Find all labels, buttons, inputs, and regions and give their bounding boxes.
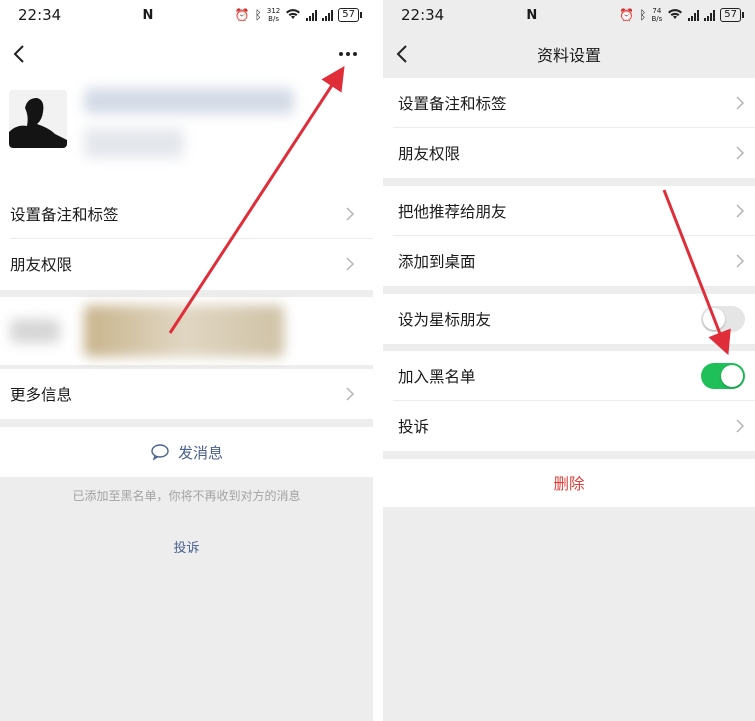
status-time: 22:34	[18, 6, 62, 24]
network-speed: 74 B/s	[651, 7, 662, 23]
network-speed-value: 74	[652, 7, 662, 15]
contact-profile-screen: 22:34 N ⏰ ᛒ 312 B/s 57 设置备注和标签 朋友权限 更多信息…	[0, 0, 373, 721]
status-time: 22:34	[401, 6, 445, 24]
profile-settings-screen: 22:34 N ⏰ ᛒ 74 B/s 57 资料设置 设置备注和标签 朋友权限 …	[383, 0, 755, 721]
blurred-subtitle	[84, 128, 184, 158]
signal-bars-icon	[688, 9, 700, 21]
signal-bars-icon	[306, 9, 318, 21]
send-message-button[interactable]: 发消息	[0, 427, 373, 477]
alarm-icon: ⏰	[234, 8, 250, 22]
blacklist-notice: 已添加至黑名单，你将不再收到对方的消息	[72, 489, 301, 503]
menu-item-label: 把他推荐给朋友	[398, 203, 507, 221]
chevron-right-icon	[736, 419, 745, 433]
menu-item-more-info[interactable]: 更多信息	[0, 369, 373, 419]
chevron-right-icon	[346, 257, 355, 271]
menu-item-friend-permissions[interactable]: 朋友权限	[383, 128, 755, 178]
comparison-stage: 22:34 N ⏰ ᛒ 312 B/s 57 设置备注和标签 朋友权限 更多信息…	[0, 0, 755, 721]
more-options-icon[interactable]	[337, 44, 359, 64]
chevron-right-icon	[736, 96, 745, 110]
menu-item-recommend-to-friend[interactable]: 把他推荐给朋友	[383, 186, 755, 236]
menu-item-label: 设置备注和标签	[10, 206, 119, 224]
chevron-right-icon	[736, 254, 745, 268]
send-message-label: 发消息	[177, 443, 223, 462]
avatar[interactable]	[9, 90, 67, 148]
toggle-knob	[703, 308, 725, 330]
bluetooth-icon: ᛒ	[254, 8, 262, 22]
moments-strip[interactable]	[0, 297, 373, 365]
nfc-icon: N	[142, 7, 154, 23]
blurred-nickname	[84, 88, 294, 114]
page-title: 资料设置	[536, 46, 601, 65]
chat-bubble-icon	[151, 444, 169, 461]
menu-item-blacklist: 加入黑名单	[383, 351, 755, 401]
chevron-right-icon	[346, 207, 355, 221]
signal-bars-icon-2	[322, 9, 334, 21]
status-bar: 22:34 N ⏰ ᛒ 312 B/s 57	[0, 0, 373, 30]
network-speed-unit: B/s	[651, 15, 663, 23]
navigation-bar	[0, 30, 373, 78]
chevron-right-icon	[346, 387, 355, 401]
menu-item-complain[interactable]: 投诉	[383, 401, 755, 451]
network-speed: 312 B/s	[267, 7, 280, 23]
network-speed-unit: B/s	[268, 15, 279, 23]
complain-link[interactable]: 投诉	[0, 537, 373, 556]
bluetooth-icon: ᛒ	[639, 8, 647, 22]
menu-item-label: 更多信息	[10, 386, 73, 404]
battery-indicator: 57	[720, 8, 744, 22]
blurred-moments-photos	[84, 305, 284, 357]
star-friend-toggle[interactable]	[701, 306, 745, 332]
chevron-right-icon	[736, 204, 745, 218]
wifi-icon	[285, 8, 301, 23]
alarm-icon: ⏰	[619, 8, 635, 22]
delete-friend-button[interactable]: 删除	[383, 459, 755, 507]
menu-item-label: 朋友权限	[398, 145, 461, 163]
menu-item-label: 设置备注和标签	[398, 95, 507, 113]
battery-indicator: 57	[338, 8, 362, 22]
status-bar: 22:34 N ⏰ ᛒ 74 B/s 57	[383, 0, 755, 30]
toggle-knob	[721, 365, 743, 387]
menu-item-label: 投诉	[398, 418, 430, 436]
navigation-bar: 资料设置	[383, 30, 755, 78]
back-chevron-icon[interactable]	[8, 42, 32, 66]
wifi-icon	[667, 8, 683, 23]
blurred-moments-label	[10, 319, 60, 343]
nfc-icon: N	[526, 7, 538, 23]
menu-item-friend-permissions[interactable]: 朋友权限	[0, 239, 373, 289]
menu-item-remark-tags[interactable]: 设置备注和标签	[0, 189, 373, 239]
menu-item-remark-tags[interactable]: 设置备注和标签	[383, 78, 755, 128]
menu-item-add-to-desktop[interactable]: 添加到桌面	[383, 236, 755, 286]
menu-item-label: 添加到桌面	[398, 253, 476, 271]
menu-item-star-friend: 设为星标朋友	[383, 294, 755, 344]
blacklist-toggle[interactable]	[701, 363, 745, 389]
menu-item-label: 朋友权限	[10, 256, 73, 274]
signal-bars-icon-2	[704, 9, 716, 21]
network-speed-value: 312	[266, 7, 281, 15]
chevron-right-icon	[736, 146, 745, 160]
back-chevron-icon[interactable]	[391, 42, 415, 66]
